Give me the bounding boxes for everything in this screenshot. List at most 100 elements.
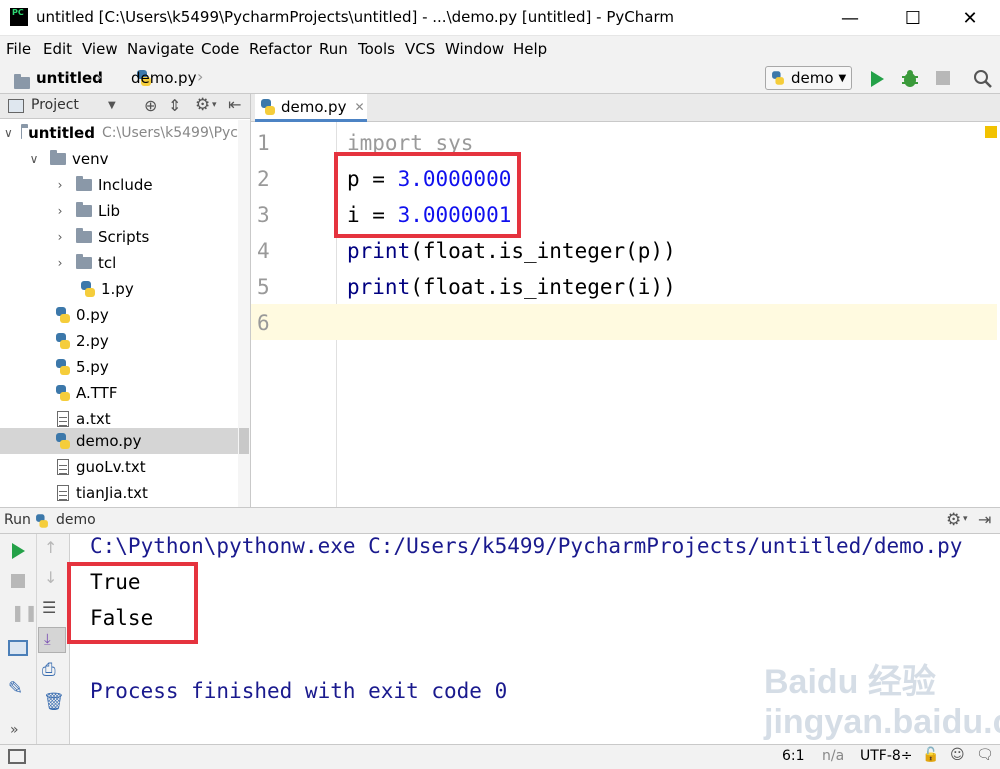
chevron-down-icon: ∨: [4, 126, 13, 140]
tree-item-label: venv: [72, 150, 109, 168]
watermark-text: Baidu 经验 jingyan.baidu.com: [764, 663, 1000, 741]
pin-icon[interactable]: ✎: [8, 678, 23, 699]
tree-item-5py[interactable]: 5.py: [0, 354, 238, 380]
code-token: (float.is_integer(p)): [410, 239, 676, 263]
inspection-indicator-icon[interactable]: [985, 126, 997, 138]
search-icon[interactable]: [973, 69, 993, 89]
more-icon[interactable]: »: [10, 722, 19, 738]
soft-wrap-icon[interactable]: ☰: [42, 598, 56, 617]
menu-refactor[interactable]: Refactor: [249, 40, 312, 58]
tree-item-venv[interactable]: ∨ venv: [0, 146, 238, 172]
arrow-down-icon[interactable]: ↓: [44, 568, 57, 587]
python-file-icon: [81, 281, 95, 297]
tree-item-lib[interactable]: › Lib: [0, 198, 238, 224]
maximize-button[interactable]: ☐: [883, 0, 943, 36]
folder-icon: [20, 124, 30, 139]
notifications-icon[interactable]: 🗨: [976, 747, 994, 763]
folder-icon: [14, 74, 30, 89]
gear-icon[interactable]: ⚙: [946, 510, 961, 530]
close-button[interactable]: ✕: [940, 0, 1000, 36]
tree-item-tianjia[interactable]: tianJia.txt: [0, 480, 238, 506]
tree-item-label: 5.py: [76, 358, 109, 376]
tree-item-guolv[interactable]: guoLv.txt: [0, 454, 238, 480]
line-separator[interactable]: n/a: [822, 748, 844, 764]
line-number: 6: [257, 311, 270, 335]
tree-item-include[interactable]: › Include: [0, 172, 238, 198]
tree-item-1py[interactable]: 1.py: [0, 276, 238, 302]
menu-file[interactable]: File: [6, 40, 31, 58]
breadcrumb-project[interactable]: untitled: [36, 69, 103, 87]
pycharm-logo-icon: PC: [10, 8, 28, 26]
run-console[interactable]: C:\Python\pythonw.exe C:/Users/k5499/Pyc…: [67, 534, 1000, 744]
chevron-right-icon: ›: [57, 204, 63, 218]
code-line-4[interactable]: print(float.is_integer(p)): [347, 239, 676, 263]
line-number: 2: [257, 167, 270, 191]
menu-view[interactable]: View: [82, 40, 118, 58]
trash-icon[interactable]: 🗑: [43, 692, 65, 712]
stop-icon[interactable]: [11, 574, 25, 588]
gear-icon[interactable]: ⚙: [195, 95, 210, 115]
tree-item-tcl[interactable]: › tcl: [0, 250, 238, 276]
menu-bar: File Edit View Navigate Code Refactor Ru…: [0, 36, 1000, 62]
caret-position[interactable]: 6:1: [782, 748, 805, 764]
file-encoding[interactable]: UTF-8÷: [860, 748, 913, 764]
line-number: 4: [257, 239, 270, 263]
lock-icon[interactable]: 🔓: [922, 747, 939, 763]
menu-tools[interactable]: Tools: [358, 40, 395, 58]
close-tab-icon[interactable]: ✕: [354, 100, 364, 114]
run-icon[interactable]: [869, 70, 885, 88]
stop-icon[interactable]: [936, 71, 950, 85]
menu-window[interactable]: Window: [445, 40, 504, 58]
tree-item-scripts[interactable]: › Scripts: [0, 224, 238, 250]
scrollbar-thumb[interactable]: [239, 428, 249, 454]
tab-demo-py[interactable]: demo.py ✕: [255, 94, 367, 122]
menu-run[interactable]: Run: [319, 40, 348, 58]
rerun-icon[interactable]: [10, 542, 26, 560]
chevron-down-icon[interactable]: ▾: [963, 514, 968, 524]
minimize-button[interactable]: —: [820, 0, 880, 36]
menu-help[interactable]: Help: [513, 40, 547, 58]
chevron-down-icon: ▼: [838, 72, 847, 84]
menu-vcs[interactable]: VCS: [405, 40, 435, 58]
tree-item-attf[interactable]: A.TTF: [0, 380, 238, 406]
tree-scrollbar[interactable]: [238, 120, 250, 507]
tree-item-0py[interactable]: 0.py: [0, 302, 238, 328]
print-icon[interactable]: ⎙: [42, 660, 56, 680]
run-config-tab[interactable]: demo: [56, 512, 96, 528]
menu-code[interactable]: Code: [201, 40, 239, 58]
chevron-right-icon: ›: [197, 67, 204, 86]
pause-icon[interactable]: ❚❚: [11, 603, 38, 622]
tree-item-demopy[interactable]: demo.py: [0, 428, 238, 454]
tree-item-label: 1.py: [101, 280, 134, 298]
breadcrumb-file[interactable]: demo.py: [131, 69, 196, 87]
chevron-down-icon[interactable]: ▾: [212, 100, 217, 110]
tree-item-label: 2.py: [76, 332, 109, 350]
locate-icon[interactable]: ⊕: [144, 96, 157, 115]
layout-icon[interactable]: [8, 640, 28, 656]
code-line-5[interactable]: print(float.is_integer(i)): [347, 275, 676, 299]
python-file-icon: [56, 433, 70, 449]
project-panel-header: Project ▼ ⊕ ⇕ ⚙ ▾ ⇤: [0, 94, 250, 119]
collapse-all-icon[interactable]: ⇕: [168, 96, 181, 115]
tree-item-2py[interactable]: 2.py: [0, 328, 238, 354]
inspector-icon[interactable]: ☺: [950, 747, 965, 763]
tool-windows-icon[interactable]: [8, 749, 26, 764]
arrow-up-icon[interactable]: ↑: [44, 538, 57, 557]
tree-root[interactable]: ∨ untitled C:\Users\k5499\Pyc: [0, 120, 238, 146]
menu-edit[interactable]: Edit: [43, 40, 72, 58]
hide-panel-icon[interactable]: ⇥: [978, 510, 991, 529]
menu-navigate[interactable]: Navigate: [127, 40, 194, 58]
run-config-dropdown[interactable]: demo ▼: [765, 66, 852, 90]
tree-item-label: tcl: [98, 254, 117, 272]
chevron-right-icon: ›: [57, 256, 63, 270]
run-config-label: demo: [791, 69, 834, 87]
chevron-down-icon[interactable]: ▼: [108, 100, 116, 111]
python-file-icon: [56, 359, 70, 375]
hide-panel-icon[interactable]: ⇤: [228, 95, 241, 114]
tree-item-label: A.TTF: [76, 384, 118, 402]
debug-icon[interactable]: [900, 69, 920, 89]
scroll-to-end-button[interactable]: ⤓: [38, 627, 66, 653]
folder-icon: [50, 150, 66, 165]
project-panel-title[interactable]: Project: [31, 97, 79, 113]
run-panel-label: Run: [4, 512, 31, 528]
